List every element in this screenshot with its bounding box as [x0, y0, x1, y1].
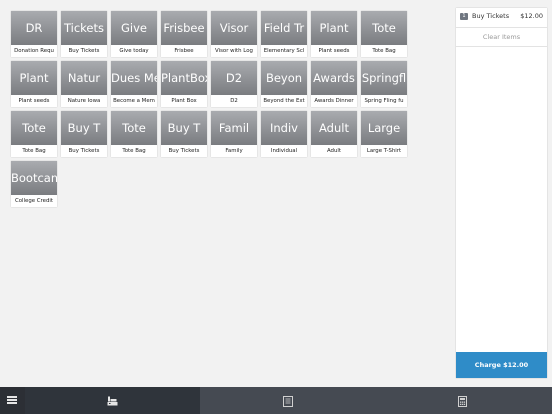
product-tile[interactable]: Frisbee Frisbee	[161, 11, 207, 57]
quantity-badge: 1	[460, 13, 468, 20]
product-tile-caption: Give today	[119, 48, 149, 54]
line-item-name: Buy Tickets	[472, 12, 510, 20]
product-tile[interactable]: Awards Awards Dinner	[311, 61, 357, 107]
product-tile[interactable]: Bootcamp College Credit	[11, 161, 57, 207]
product-tile[interactable]: Beyon Beyond the Ext	[261, 61, 307, 107]
product-tile-caption: Beyond the Ext	[263, 98, 305, 104]
product-tile-label: Famil	[211, 111, 257, 145]
product-tile[interactable]: Famil Family	[211, 111, 257, 157]
product-tile[interactable]: PlantBox Plant Box	[161, 61, 207, 107]
product-tile-label: Plant	[311, 11, 357, 45]
product-tile[interactable]: Tote Tote Bag	[111, 111, 157, 157]
product-tile[interactable]: Natur Nature Iowa	[61, 61, 107, 107]
product-tile-caption: Family	[225, 148, 243, 154]
product-tile-label: Awards	[311, 61, 357, 95]
product-tile[interactable]: D2 D2	[211, 61, 257, 107]
product-tile[interactable]: Give Give today	[111, 11, 157, 57]
product-tile[interactable]: Tote Tote Bag	[361, 11, 407, 57]
charge-button[interactable]: Charge $12.00	[456, 352, 547, 378]
cart-line-item[interactable]: 1 Buy Tickets $12.00	[456, 8, 547, 28]
product-tile-caption: Nature Iowa	[67, 98, 101, 104]
product-tile[interactable]: Plant Plant seeds	[11, 61, 57, 107]
product-tile-label: Bootcamp	[11, 161, 57, 195]
product-tile-caption: Elementary Scl	[263, 48, 305, 54]
product-tile-label: Visor	[211, 11, 257, 45]
product-tile[interactable]: Buy T Buy Tickets	[161, 111, 207, 157]
product-tile[interactable]: Field Tr Elementary Scl	[261, 11, 307, 57]
product-tile-caption: Tote Bag	[372, 48, 396, 54]
product-tile-label: Buy T	[161, 111, 207, 145]
product-tile-label: Large	[361, 111, 407, 145]
product-tile-caption: Tote Bag	[22, 148, 46, 154]
product-tile-caption: Buy Tickets	[68, 48, 100, 54]
register-icon	[107, 396, 118, 406]
product-tile-caption: Spring Fling fu	[364, 98, 404, 104]
cart-panel: 1 Buy Tickets $12.00 Clear Items Charge …	[456, 8, 547, 378]
product-tile-label: Indiv	[261, 111, 307, 145]
product-tile-caption: College Credit	[14, 198, 54, 204]
product-tile[interactable]: Visor Visor with Log	[211, 11, 257, 57]
product-tile-caption: Donation Requ	[14, 48, 54, 54]
product-tile[interactable]: Tickets Buy Tickets	[61, 11, 107, 57]
product-tile-label: Tote	[361, 11, 407, 45]
product-tile[interactable]: Plant Plant seeds	[311, 11, 357, 57]
clear-items-button[interactable]: Clear Items	[456, 28, 547, 47]
product-tile-caption: Large T-Shirt	[366, 148, 402, 154]
product-tile-label: Tote	[111, 111, 157, 145]
product-tile-label: Buy T	[61, 111, 107, 145]
product-tile-caption: D2	[230, 98, 238, 104]
product-tile-label: D2	[211, 61, 257, 95]
product-tile-caption: Adult	[326, 148, 342, 154]
product-tile-label: Dues Mem	[111, 61, 157, 95]
product-tile-label: Adult	[311, 111, 357, 145]
orders-icon	[283, 396, 293, 407]
product-tile-caption: Visor with Log	[215, 48, 253, 54]
product-tile-caption: Plant seeds	[18, 98, 50, 104]
product-tile-caption: Buy Tickets	[168, 148, 200, 154]
product-tile-label: Plant	[11, 61, 57, 95]
product-tile[interactable]: Adult Adult	[311, 111, 357, 157]
bottom-nav-bar	[0, 387, 552, 414]
tab-orders[interactable]	[200, 387, 375, 414]
tab-calculator[interactable]	[375, 387, 552, 414]
product-tile-caption: Plant Box	[171, 98, 197, 104]
product-tile[interactable]: Springfl Spring Fling fu	[361, 61, 407, 107]
pos-app: DR Donation Requ Tickets Buy Tickets Give Giv…	[0, 0, 552, 414]
product-tile[interactable]: Large Large T-Shirt	[361, 111, 407, 157]
product-tile-caption: Frisbee	[174, 48, 194, 54]
product-tile-caption: Become a Mem	[113, 98, 155, 104]
hamburger-menu-icon	[7, 396, 17, 404]
product-tile-caption: Individual	[270, 148, 298, 154]
product-tile-caption: Buy Tickets	[68, 148, 100, 154]
product-tile-label: Field Tr	[261, 11, 307, 45]
product-tile-label: PlantBox	[161, 61, 207, 95]
product-tile-label: Frisbee	[161, 11, 207, 45]
product-tile-label: Natur	[61, 61, 107, 95]
product-tile-label: DR	[11, 11, 57, 45]
calculator-icon	[458, 396, 467, 407]
product-tile-label: Tote	[11, 111, 57, 145]
product-tile-caption: Plant seeds	[318, 48, 350, 54]
product-tile-caption: Tote Bag	[122, 148, 146, 154]
menu-button[interactable]	[0, 387, 25, 414]
product-tile-label: Beyon	[261, 61, 307, 95]
product-tile-label: Tickets	[61, 11, 107, 45]
product-tile[interactable]: Dues Mem Become a Mem	[111, 61, 157, 107]
product-tile-label: Springfl	[361, 61, 407, 95]
product-tile[interactable]: DR Donation Requ	[11, 11, 57, 57]
product-tile-caption: Awards Dinner	[314, 98, 354, 104]
product-tile[interactable]: Buy T Buy Tickets	[61, 111, 107, 157]
product-tile[interactable]: Tote Tote Bag	[11, 111, 57, 157]
line-item-price: $12.00	[520, 12, 543, 20]
product-tile-label: Give	[111, 11, 157, 45]
product-tile[interactable]: Indiv Individual	[261, 111, 307, 157]
tab-register[interactable]	[25, 387, 200, 414]
